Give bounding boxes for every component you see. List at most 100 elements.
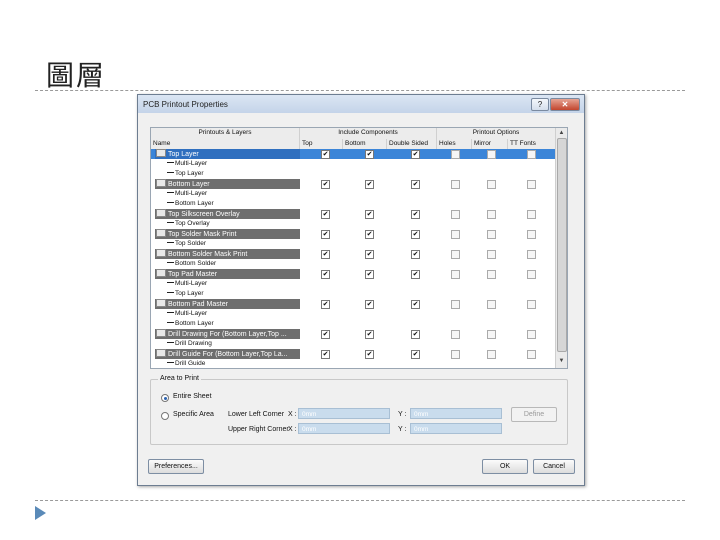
printout-row[interactable]: Bottom Solder Mask Print ✔ ✔ ✔ [151,249,555,259]
include-bottom-checkbox[interactable]: ✔ [365,250,374,259]
col-name[interactable]: Name [151,139,300,149]
layer-row[interactable]: Multi-Layer [151,309,555,319]
include-bottom-checkbox[interactable]: ✔ [365,150,374,159]
include-top-checkbox[interactable]: ✔ [321,150,330,159]
layer-row[interactable]: Drill Guide [151,359,555,368]
printout-name[interactable]: Drill Drawing For (Bottom Layer,Top ... [155,329,300,339]
option-mirror-checkbox[interactable] [487,230,496,239]
lower-left-x-field[interactable]: 0mm [298,408,390,419]
option-tt-fonts-checkbox[interactable] [527,270,536,279]
option-mirror-checkbox[interactable] [487,180,496,189]
col-double-sided[interactable]: Double Sided [387,139,437,149]
option-tt-fonts-checkbox[interactable] [527,300,536,309]
option-holes-checkbox[interactable] [451,150,460,159]
layer-row[interactable]: Drill Drawing [151,339,555,349]
option-mirror-checkbox[interactable] [487,350,496,359]
col-bottom[interactable]: Bottom [343,139,387,149]
printout-row[interactable]: Drill Guide For (Bottom Layer,Top La... ✔… [151,349,555,359]
layer-row[interactable]: Multi-Layer [151,159,555,169]
printout-name[interactable]: Top Layer [155,149,300,159]
option-tt-fonts-checkbox[interactable] [527,230,536,239]
printout-name[interactable]: Top Silkscreen Overlay [155,209,300,219]
include-bottom-checkbox[interactable]: ✔ [365,180,374,189]
cancel-button[interactable]: Cancel [533,459,575,474]
include-top-checkbox[interactable]: ✔ [321,180,330,189]
include-bottom-checkbox[interactable]: ✔ [365,350,374,359]
layer-row[interactable]: Top Overlay [151,219,555,229]
printout-row[interactable]: Bottom Pad Master ✔ ✔ ✔ [151,299,555,309]
option-holes-checkbox[interactable] [451,350,460,359]
layer-row[interactable]: Top Solder [151,239,555,249]
include-top-checkbox[interactable]: ✔ [321,330,330,339]
specific-area-label[interactable]: Specific Area [173,411,214,418]
include-double-sided-checkbox[interactable]: ✔ [411,300,420,309]
entire-sheet-radio[interactable] [161,394,169,402]
help-button[interactable]: ? [531,98,549,111]
include-top-checkbox[interactable]: ✔ [321,230,330,239]
option-tt-fonts-checkbox[interactable] [527,250,536,259]
option-holes-checkbox[interactable] [451,330,460,339]
include-double-sided-checkbox[interactable]: ✔ [411,230,420,239]
include-top-checkbox[interactable]: ✔ [321,250,330,259]
include-top-checkbox[interactable]: ✔ [321,210,330,219]
include-bottom-checkbox[interactable]: ✔ [365,230,374,239]
include-double-sided-checkbox[interactable]: ✔ [411,180,420,189]
upper-right-x-field[interactable]: 0mm [298,423,390,434]
option-mirror-checkbox[interactable] [487,250,496,259]
printout-name[interactable]: Bottom Pad Master [155,299,300,309]
option-mirror-checkbox[interactable] [487,210,496,219]
include-bottom-checkbox[interactable]: ✔ [365,210,374,219]
include-double-sided-checkbox[interactable]: ✔ [411,330,420,339]
preferences-button[interactable]: Preferences... [148,459,204,474]
layer-row[interactable]: Top Layer [151,289,555,299]
include-double-sided-checkbox[interactable]: ✔ [411,350,420,359]
layer-row[interactable]: Multi-Layer [151,279,555,289]
option-holes-checkbox[interactable] [451,270,460,279]
printout-name[interactable]: Drill Guide For (Bottom Layer,Top La... [155,349,300,359]
scroll-down-icon[interactable]: ▼ [556,356,567,366]
include-bottom-checkbox[interactable]: ✔ [365,270,374,279]
layer-row[interactable]: Bottom Layer [151,199,555,209]
option-holes-checkbox[interactable] [451,180,460,189]
ok-button[interactable]: OK [482,459,528,474]
include-top-checkbox[interactable]: ✔ [321,300,330,309]
col-holes[interactable]: Holes [437,139,472,149]
include-bottom-checkbox[interactable]: ✔ [365,330,374,339]
option-tt-fonts-checkbox[interactable] [527,180,536,189]
option-holes-checkbox[interactable] [451,210,460,219]
include-top-checkbox[interactable]: ✔ [321,270,330,279]
specific-area-radio[interactable] [161,412,169,420]
option-mirror-checkbox[interactable] [487,150,496,159]
option-holes-checkbox[interactable] [451,230,460,239]
printout-row[interactable]: Top Solder Mask Print ✔ ✔ ✔ [151,229,555,239]
define-button[interactable]: Define [511,407,557,422]
printout-row[interactable]: Top Silkscreen Overlay ✔ ✔ ✔ [151,209,555,219]
include-bottom-checkbox[interactable]: ✔ [365,300,374,309]
printout-name[interactable]: Bottom Layer [155,179,300,189]
layer-row[interactable]: Bottom Solder [151,259,555,269]
include-double-sided-checkbox[interactable]: ✔ [411,250,420,259]
option-tt-fonts-checkbox[interactable] [527,350,536,359]
scroll-up-icon[interactable]: ▲ [556,128,567,138]
option-holes-checkbox[interactable] [451,250,460,259]
include-double-sided-checkbox[interactable]: ✔ [411,150,420,159]
entire-sheet-label[interactable]: Entire Sheet [173,393,212,400]
upper-right-y-field[interactable]: 0mm [410,423,502,434]
printout-row[interactable]: Bottom Layer ✔ ✔ ✔ [151,179,555,189]
layer-row[interactable]: Top Layer [151,169,555,179]
layer-row[interactable]: Bottom Layer [151,319,555,329]
option-holes-checkbox[interactable] [451,300,460,309]
col-top[interactable]: Top [300,139,343,149]
option-tt-fonts-checkbox[interactable] [527,210,536,219]
include-double-sided-checkbox[interactable]: ✔ [411,270,420,279]
printout-row[interactable]: Top Pad Master ✔ ✔ ✔ [151,269,555,279]
scroll-thumb[interactable] [557,138,567,352]
printout-row[interactable]: Drill Drawing For (Bottom Layer,Top ... ✔… [151,329,555,339]
include-top-checkbox[interactable]: ✔ [321,350,330,359]
layer-row[interactable]: Multi-Layer [151,189,555,199]
option-mirror-checkbox[interactable] [487,300,496,309]
close-button[interactable]: ✕ [550,98,580,111]
printout-name[interactable]: Bottom Solder Mask Print [155,249,300,259]
col-tt-fonts[interactable]: TT Fonts [508,139,555,149]
printout-name[interactable]: Top Pad Master [155,269,300,279]
